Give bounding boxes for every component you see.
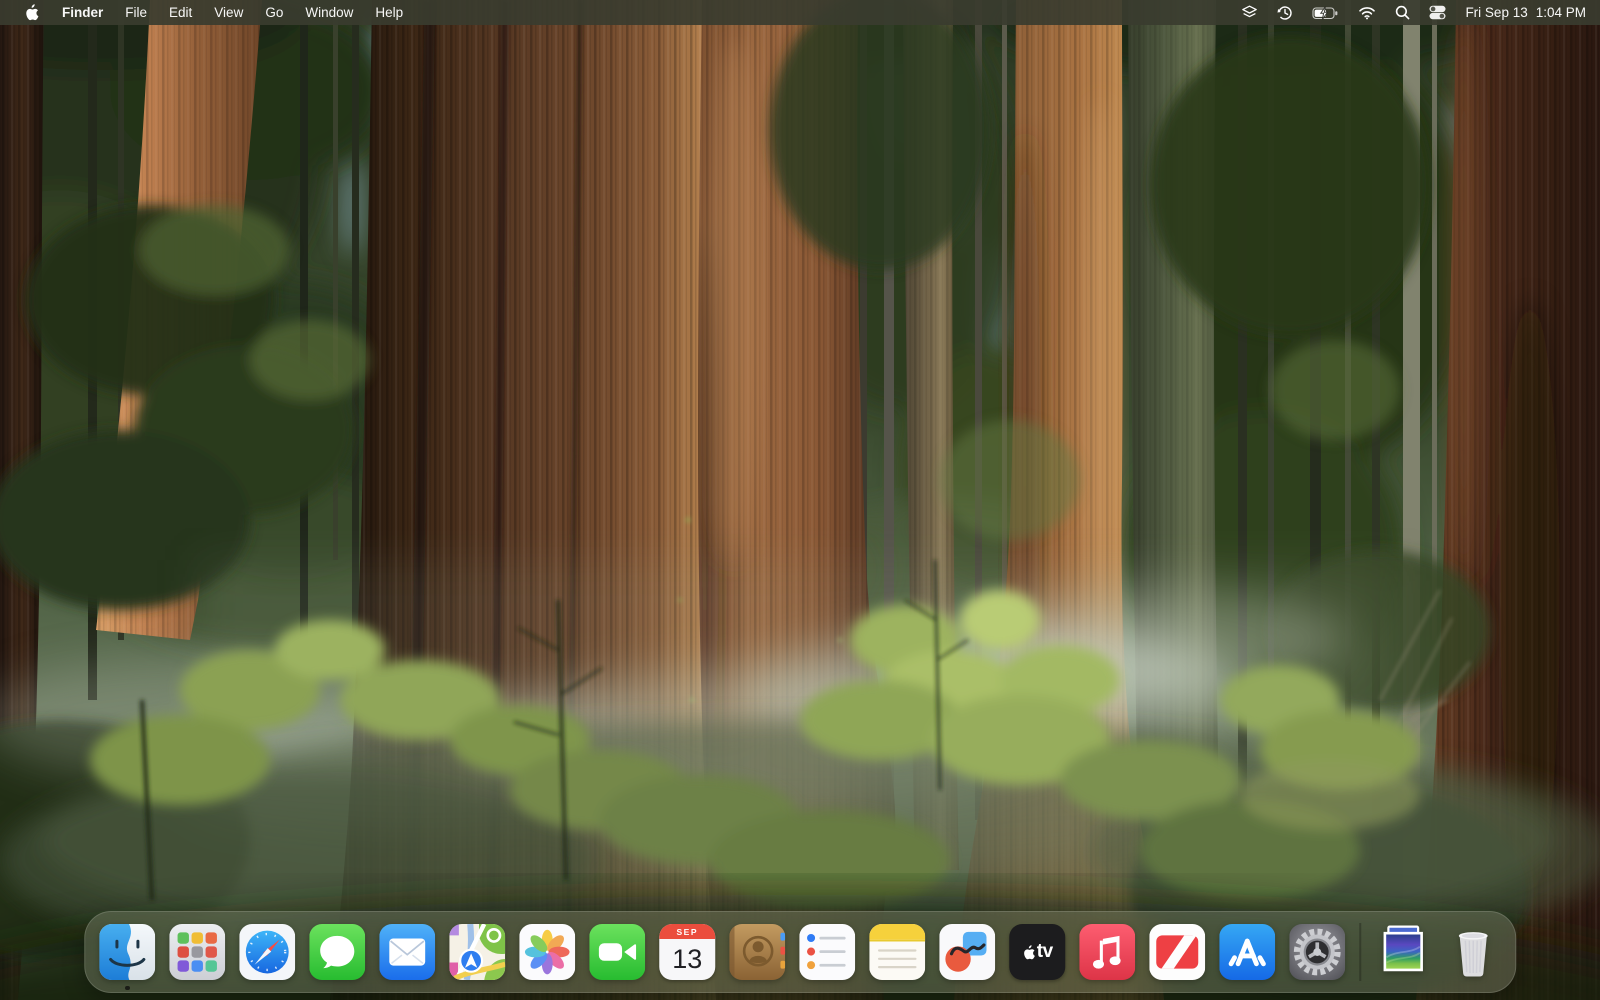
dock-icon-facetime[interactable] (589, 924, 645, 980)
dock-icon-trash[interactable] (1445, 924, 1501, 980)
time-machine-icon[interactable] (1277, 0, 1293, 25)
clock-date: Fri Sep 13 (1465, 5, 1527, 20)
dock-icon-system-settings[interactable] (1289, 924, 1345, 980)
dock-icon-reminders[interactable] (799, 924, 855, 980)
menu-bar-status: Fri Sep 13 1:04 PM (1241, 0, 1600, 25)
dock-icon-mail[interactable] (379, 924, 435, 980)
apple-menu[interactable] (10, 0, 51, 25)
menu-help[interactable]: Help (364, 0, 414, 25)
dock-icon-app-store[interactable] (1219, 924, 1275, 980)
dock-icon-messages[interactable] (309, 924, 365, 980)
wifi-icon[interactable] (1358, 0, 1376, 25)
calendar-month: SEP (659, 924, 715, 939)
dock-icon-desktop-picture[interactable] (1375, 924, 1431, 980)
dock-separator (1359, 923, 1361, 981)
stage-manager-icon[interactable] (1241, 0, 1258, 25)
running-indicator (125, 986, 130, 991)
dock-icon-apple-tv[interactable]: tv (1009, 924, 1065, 980)
menu-file[interactable]: File (114, 0, 158, 25)
dock-icon-music[interactable] (1079, 924, 1135, 980)
dock-icon-calendar[interactable]: SEP 13 (659, 924, 715, 980)
apple-logo-icon (24, 4, 39, 21)
menu-app-finder[interactable]: Finder (51, 0, 114, 25)
dock-icon-photos[interactable] (519, 924, 575, 980)
spotlight-search-icon[interactable] (1395, 0, 1410, 25)
calendar-tile: SEP 13 (659, 924, 715, 980)
calendar-day: 13 (659, 939, 715, 980)
dock-icon-contacts[interactable] (729, 924, 785, 980)
menu-bar: Finder File Edit View Go Window Help (0, 0, 1600, 25)
menu-edit[interactable]: Edit (158, 0, 203, 25)
menu-bar-left: Finder File Edit View Go Window Help (0, 0, 414, 25)
dock-icon-maps[interactable] (449, 924, 505, 980)
menu-bar-clock[interactable]: Fri Sep 13 1:04 PM (1465, 0, 1586, 25)
battery-charging-icon[interactable] (1312, 0, 1339, 25)
dock-icon-freeform[interactable] (939, 924, 995, 980)
apple-logo-small-icon (1022, 945, 1035, 960)
wallpaper-sequoia-forest (0, 0, 1600, 1000)
dock-icon-safari[interactable] (239, 924, 295, 980)
dock-icon-news[interactable] (1149, 924, 1205, 980)
menu-window[interactable]: Window (294, 0, 364, 25)
dock: SEP 13 (84, 911, 1516, 993)
dock-icon-launchpad[interactable] (169, 924, 225, 980)
dock-icon-finder[interactable] (99, 924, 155, 980)
dock-icon-notes[interactable] (869, 924, 925, 980)
desktop: Finder File Edit View Go Window Help (0, 0, 1600, 1000)
control-center-icon[interactable] (1429, 0, 1446, 25)
clock-time: 1:04 PM (1536, 5, 1586, 20)
apple-tv-tile: tv (1009, 924, 1065, 980)
menu-go[interactable]: Go (254, 0, 294, 25)
menu-view[interactable]: View (203, 0, 254, 25)
apple-tv-label: tv (1037, 941, 1053, 963)
